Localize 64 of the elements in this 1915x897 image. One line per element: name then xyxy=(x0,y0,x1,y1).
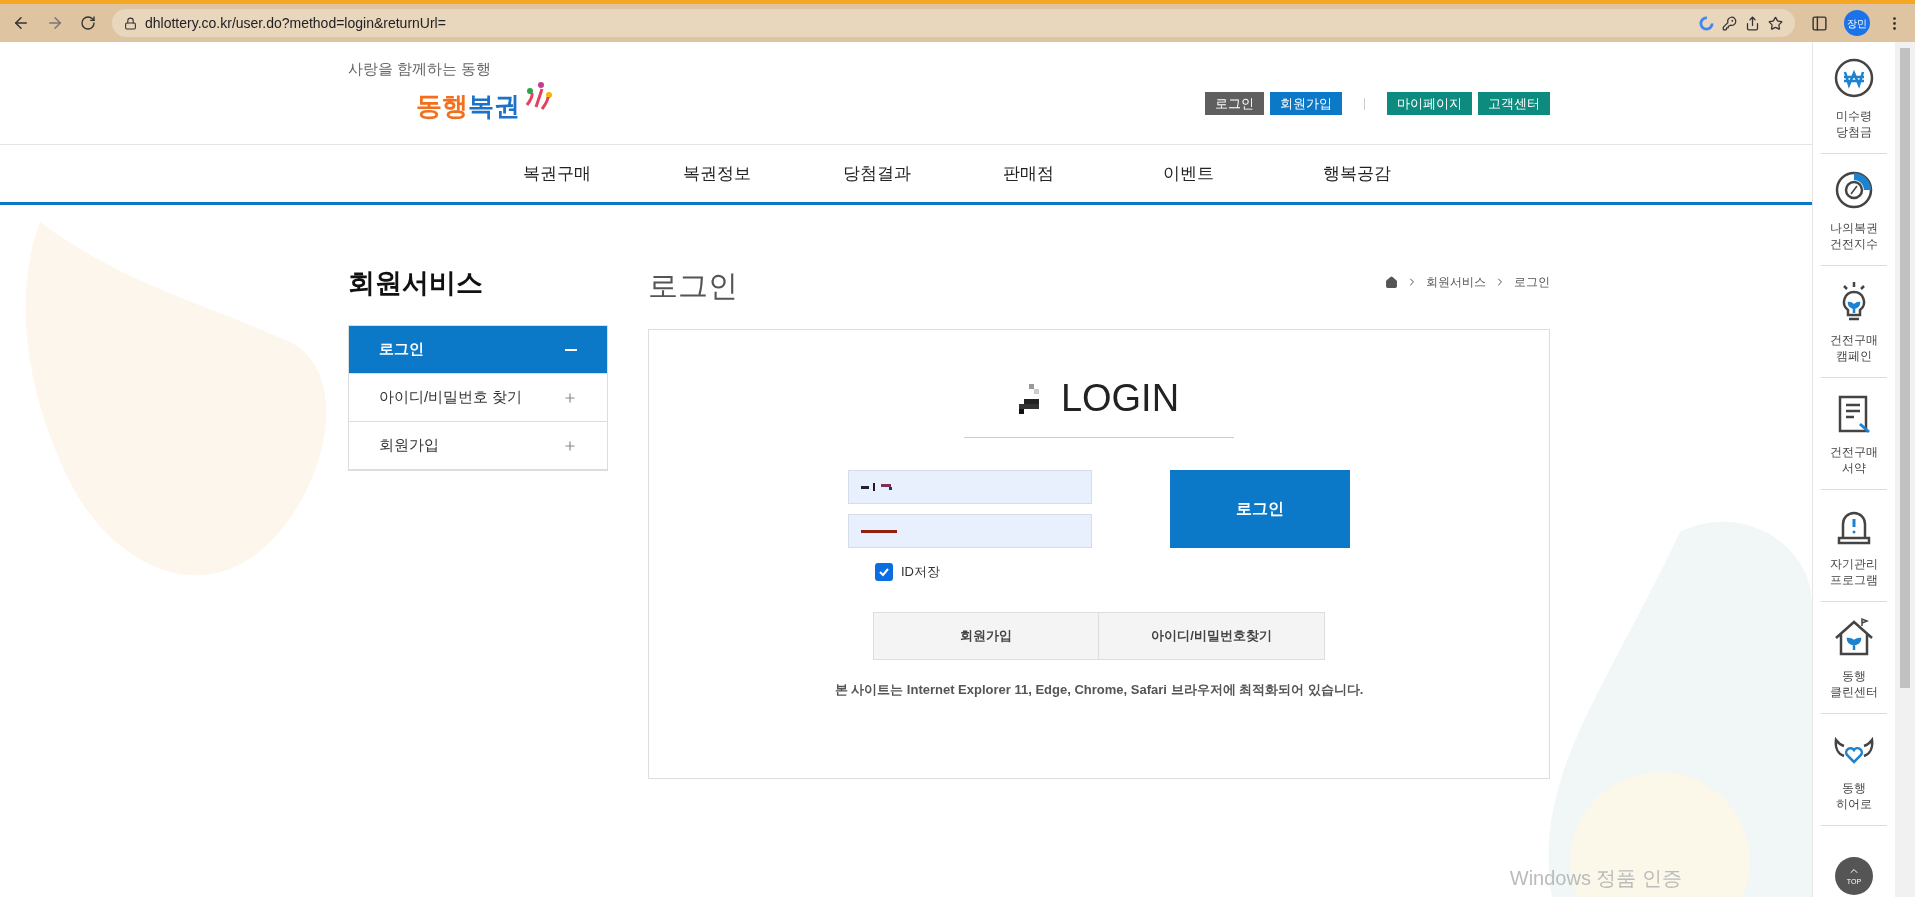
nav-link[interactable]: 이벤트 xyxy=(1163,160,1323,187)
back-icon[interactable] xyxy=(12,14,30,32)
save-id-label: ID저장 xyxy=(901,563,940,581)
expand-icon xyxy=(563,438,577,453)
quick-menu-label: 자기관리 xyxy=(1830,555,1878,572)
login-button[interactable]: 로그인 xyxy=(1170,470,1350,548)
scrollbar-thumb[interactable] xyxy=(1900,48,1910,688)
quick-menu-label: 건전구매 xyxy=(1830,443,1878,460)
share-icon[interactable] xyxy=(1745,15,1760,31)
breadcrumb-item[interactable]: 회원서비스 xyxy=(1426,273,1486,291)
forward-icon[interactable] xyxy=(46,14,64,32)
quick-menu-label: 건전구매 xyxy=(1830,331,1878,348)
quick-menu-item[interactable]: 미수령 당첨금 xyxy=(1821,42,1887,154)
collapse-icon xyxy=(565,348,577,351)
bookmark-star-icon[interactable] xyxy=(1768,15,1783,31)
quick-menu-label: 건전지수 xyxy=(1830,235,1878,252)
login-input-field[interactable] xyxy=(848,514,1092,548)
quick-menu-label: 당첨금 xyxy=(1836,123,1872,140)
section-title: 회원서비스 xyxy=(348,267,484,300)
quick-menu-label: 동행 xyxy=(1842,779,1866,796)
quick-menu-label: 프로그램 xyxy=(1830,571,1878,588)
link-button[interactable]: 회원가입 xyxy=(873,611,1099,660)
quick-menu-item[interactable]: 건전구매 서약 xyxy=(1821,378,1887,490)
address-bar[interactable]: dhlottery.co.kr/user.do?method=login&returnUrl= xyxy=(112,9,1795,37)
nav-link[interactable]: 당첨결과 xyxy=(843,160,1003,187)
quick-menu-label: 서약 xyxy=(1842,459,1866,476)
quick-menu-item[interactable]: 나의복권 건전지수 xyxy=(1821,154,1887,266)
lock-icon xyxy=(124,16,137,30)
quick-menu-item[interactable]: 자기관리 프로그램 xyxy=(1821,490,1887,602)
expand-icon xyxy=(563,390,577,405)
login-input-field[interactable] xyxy=(848,470,1092,504)
quick-menu-label: 나의복권 xyxy=(1830,219,1878,236)
browser-notice: 본 사이트는 Internet Explorer 11, Edge, Chrome, Safari 브라우저에 최적화되어 있습니다. xyxy=(834,680,1364,699)
nav-link[interactable]: 복권정보 xyxy=(683,160,843,187)
logo-tagline: 사랑을 함께하는 동행 xyxy=(348,59,493,79)
header-button[interactable]: 고객센터 xyxy=(1478,92,1550,115)
breadcrumb-item[interactable]: 로그인 xyxy=(1514,273,1550,291)
url-text: dhlottery.co.kr/user.do?method=login&returnUrl= xyxy=(145,13,447,33)
quick-menu-item[interactable]: 건전구매 캠페인 xyxy=(1821,266,1887,378)
home-icon[interactable] xyxy=(1385,275,1398,289)
profile-avatar[interactable]: 장민 xyxy=(1844,10,1870,36)
header-button[interactable]: 로그인 xyxy=(1205,92,1264,115)
nav-link[interactable]: 복권구매 xyxy=(523,160,683,187)
link-button[interactable]: 아이디/비밀번호찾기 xyxy=(1099,611,1325,660)
side-panel-icon[interactable] xyxy=(1811,14,1828,32)
quick-menu-label: 히어로 xyxy=(1836,795,1872,812)
header-button[interactable]: 회원가입 xyxy=(1270,92,1342,115)
page-title: 로그인 xyxy=(648,268,738,304)
header-button[interactable]: 마이페이지 xyxy=(1387,92,1472,115)
save-id-checkbox[interactable] xyxy=(875,562,893,581)
nav-link[interactable]: 판매점 xyxy=(1003,160,1163,187)
reload-icon[interactable] xyxy=(80,15,96,31)
quick-menu-item[interactable]: 동행 히어로 xyxy=(1821,714,1887,826)
sidebar-menu-item[interactable]: 로그인 xyxy=(349,326,607,374)
login-heading: LOGIN xyxy=(1060,376,1180,421)
key-icon[interactable] xyxy=(1722,15,1737,31)
quick-menu-label: 캠페인 xyxy=(1836,347,1872,364)
activation-notice: Windows 정품 인증 xyxy=(1509,866,1682,891)
nav-link[interactable]: 행복공감 xyxy=(1323,160,1483,187)
quick-menu-label: 미수령 xyxy=(1836,107,1872,124)
site-logo[interactable]: 동행복권 xyxy=(416,92,520,119)
quick-menu-label: 동행 xyxy=(1842,667,1866,684)
quick-menu-item[interactable]: 동행 클린센터 xyxy=(1821,602,1887,714)
quick-menu-label: 클린센터 xyxy=(1830,683,1878,700)
